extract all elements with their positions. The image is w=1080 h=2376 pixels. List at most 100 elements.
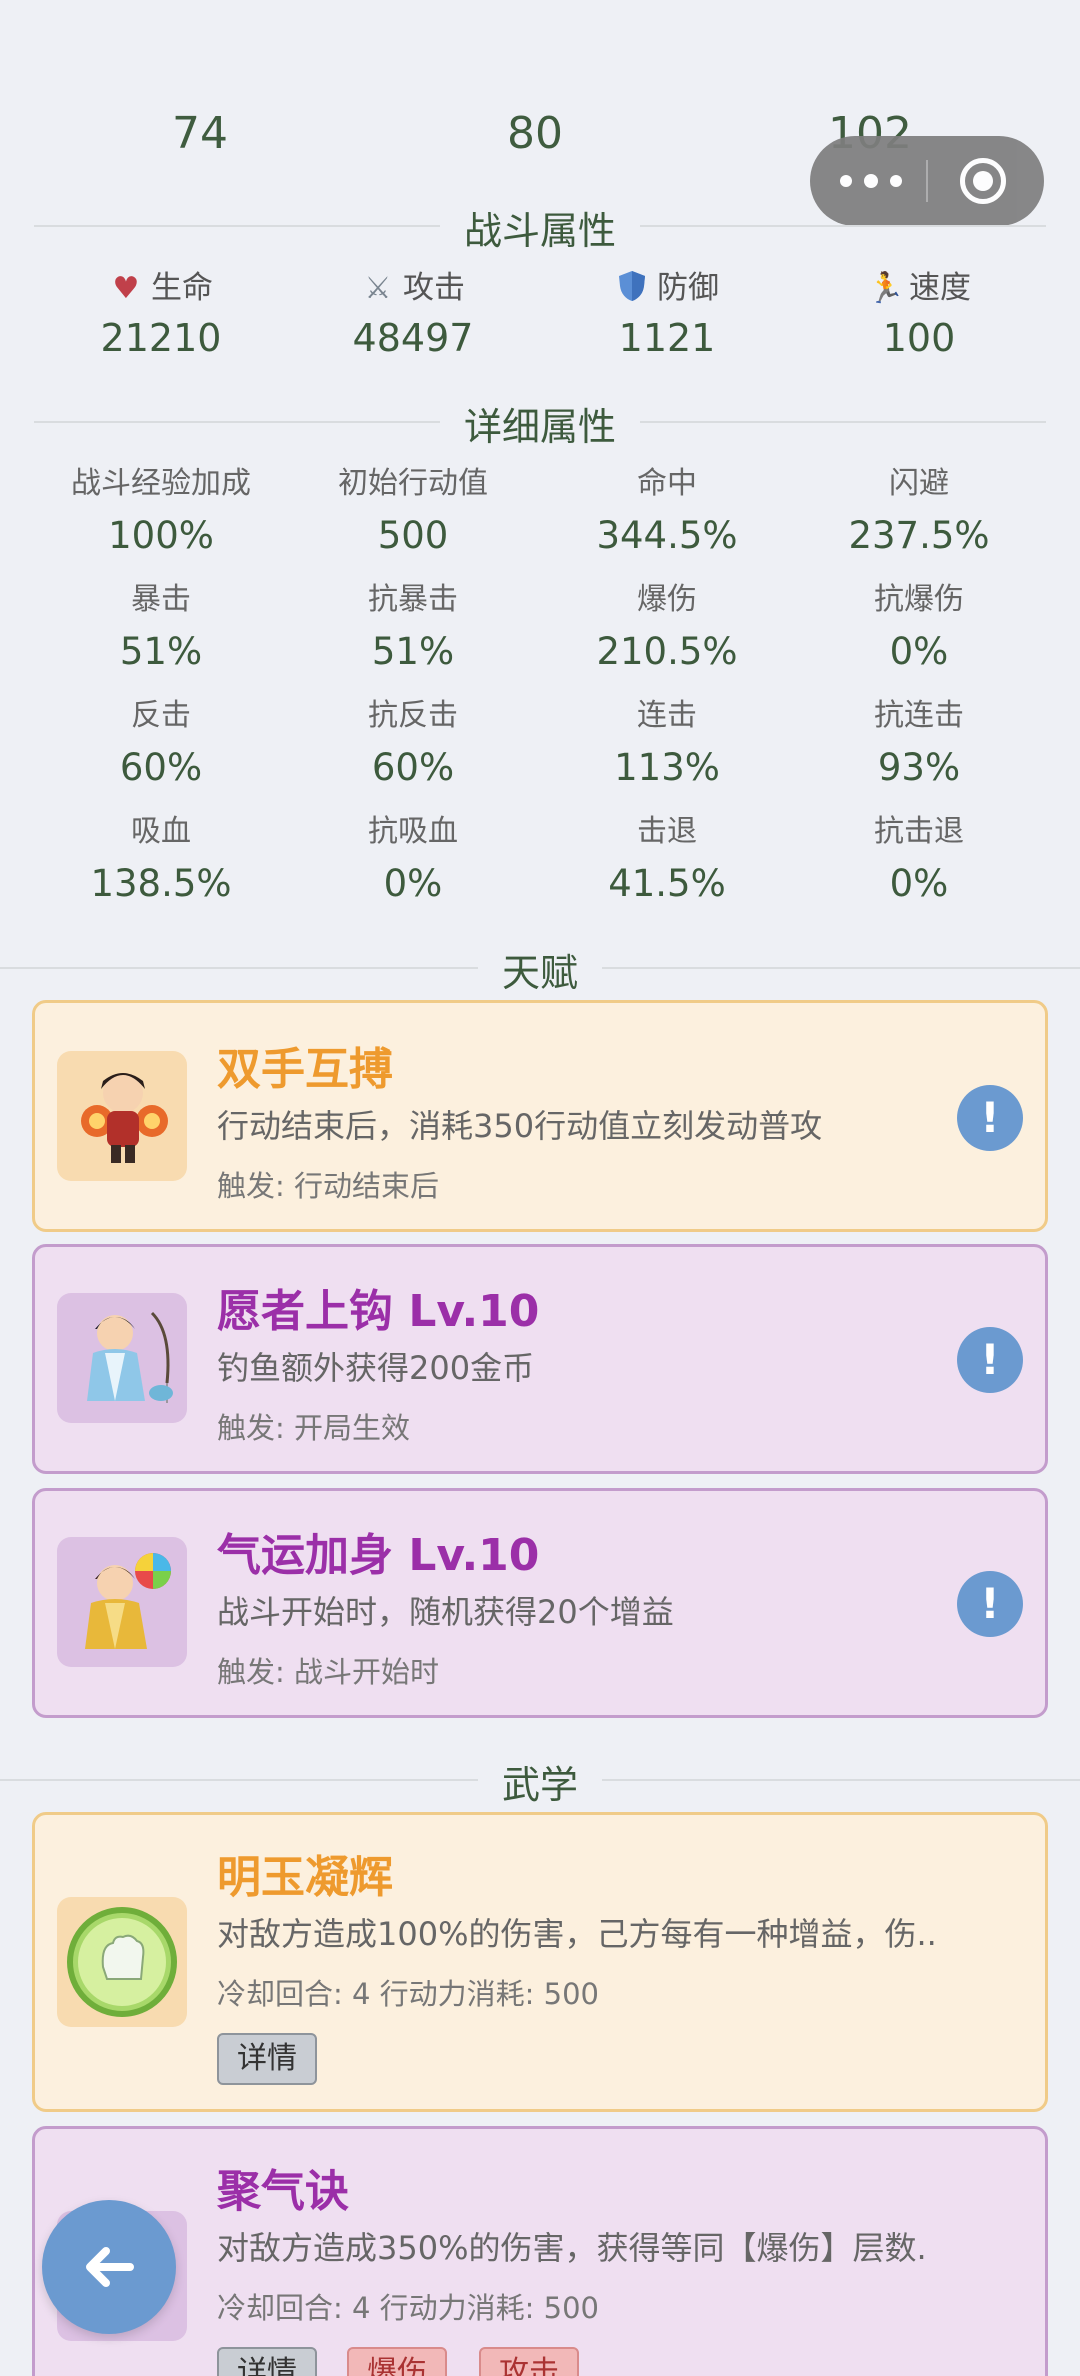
detail-stat-value: 60% (371, 746, 455, 789)
detail-stat: 抗暴击 51% (288, 576, 538, 680)
stat-speed: 🏃 速度 100 (794, 266, 1044, 366)
detail-stat-value: 210.5% (596, 630, 738, 673)
detail-stat: 抗反击 60% (288, 692, 538, 796)
detail-stat-value: 138.5% (90, 862, 232, 905)
detail-stat-label: 命中 (637, 466, 697, 501)
martial-meta-2: 冷却回合: 4 行动力消耗: 500 (217, 2291, 599, 2325)
runner-icon: 🏃 (867, 271, 905, 306)
martial-icon-1 (57, 1897, 187, 2027)
detail-stat-value: 60% (119, 746, 203, 789)
talent-desc-2: 钓鱼额外获得200金币 (217, 1349, 535, 1387)
talent-card-2[interactable]: 愿者上钩 Lv.10 钓鱼额外获得200金币 触发: 开局生效 ! (32, 1244, 1048, 1474)
talent-avatar-1 (57, 1051, 187, 1181)
detail-stat-value: 93% (877, 746, 961, 789)
detail-stat-label: 抗反击 (368, 698, 458, 733)
talent-trigger-1: 触发: 行动结束后 (217, 1169, 439, 1203)
detail-stat: 击退 41.5% (542, 808, 792, 912)
detail-stat-label: 击退 (637, 814, 697, 849)
detail-stat-label: 闪避 (889, 466, 949, 501)
martial-title-2: 聚气诀 (217, 2166, 349, 2217)
talent-avatar-3 (57, 1537, 187, 1667)
detail-stat-label: 战斗经验加成 (71, 466, 251, 501)
section-header-battle: 战斗属性 (34, 200, 1046, 255)
martial-meta-1: 冷却回合: 4 行动力消耗: 500 (217, 1977, 599, 2011)
section-title-talent: 天赋 (477, 942, 603, 997)
detail-stat-value: 500 (377, 514, 449, 557)
detail-stat-value: 113% (614, 746, 720, 789)
detail-stat-label: 抗暴击 (368, 582, 458, 617)
detail-stat-label: 抗爆伤 (874, 582, 964, 617)
top-value-1: 74 (172, 108, 228, 159)
detail-stat: 抗爆伤 0% (794, 576, 1044, 680)
detail-stat-label: 吸血 (131, 814, 191, 849)
detail-stat-value: 0% (383, 862, 443, 905)
detail-stat: 暴击 51% (36, 576, 286, 680)
more-options-icon[interactable] (840, 166, 910, 196)
detail-stat: 初始行动值 500 (288, 460, 538, 564)
detail-stat-label: 抗连击 (874, 698, 964, 733)
tag-attack: 攻击 (479, 2347, 579, 2376)
info-icon[interactable]: ! (957, 1085, 1023, 1151)
talent-card-3[interactable]: 气运加身 Lv.10 战斗开始时，随机获得20个增益 触发: 战斗开始时 ! (32, 1488, 1048, 1718)
detail-stat-value: 237.5% (848, 514, 990, 557)
detail-stat-value: 0% (889, 862, 949, 905)
section-title-martial: 武学 (477, 1754, 603, 1809)
section-title-detail: 详细属性 (439, 396, 641, 451)
detail-stat: 命中 344.5% (542, 460, 792, 564)
detail-stat-label: 爆伤 (637, 582, 697, 617)
heart-icon: ♥ (112, 271, 140, 306)
martial-desc-1: 对敌方造成100%的伤害，己方每有一种增益，伤.. (217, 1915, 937, 1953)
shield-icon (615, 267, 649, 311)
detail-stat-label: 初始行动值 (338, 466, 488, 501)
detail-stat-label: 反击 (131, 698, 191, 733)
section-header-martial: 武学 (0, 1754, 1080, 1809)
info-icon[interactable]: ! (957, 1327, 1023, 1393)
detail-stat-value: 344.5% (596, 514, 738, 557)
martial-card-2[interactable]: 聚气诀 对敌方造成350%的伤害，获得等同【爆伤】层数. 冷却回合: 4 行动力… (32, 2126, 1048, 2376)
detail-stat-value: 0% (889, 630, 949, 673)
arrow-left-icon (86, 2247, 134, 2287)
close-miniprogram-icon[interactable] (960, 158, 1006, 204)
tag-crit-damage: 爆伤 (347, 2347, 447, 2376)
info-icon[interactable]: ! (957, 1571, 1023, 1637)
stat-defense: 防御 1121 (542, 266, 792, 366)
talent-title-1: 双手互搏 (217, 1044, 393, 1095)
detail-stat: 抗吸血 0% (288, 808, 538, 912)
martial-title-1: 明玉凝辉 (217, 1852, 393, 1903)
talent-desc-3: 战斗开始时，随机获得20个增益 (217, 1593, 674, 1631)
martial-desc-2: 对敌方造成350%的伤害，获得等同【爆伤】层数. (217, 2229, 927, 2267)
talent-trigger-3: 触发: 战斗开始时 (217, 1655, 439, 1689)
top-value-2: 80 (507, 108, 563, 159)
stat-hp: ♥ 生命 21210 (36, 266, 286, 366)
swords-icon: ⚔ (364, 271, 392, 306)
talent-desc-1: 行动结束后，消耗350行动值立刻发动普攻 (217, 1107, 823, 1145)
section-header-talent: 天赋 (0, 942, 1080, 997)
detail-stat-label: 抗击退 (874, 814, 964, 849)
talent-avatar-2 (57, 1293, 187, 1423)
detail-stat: 战斗经验加成 100% (36, 460, 286, 564)
detail-stat: 爆伤 210.5% (542, 576, 792, 680)
detail-stat: 反击 60% (36, 692, 286, 796)
talent-card-1[interactable]: 双手互搏 行动结束后，消耗350行动值立刻发动普攻 触发: 行动结束后 ! (32, 1000, 1048, 1232)
details-button[interactable]: 详情 (217, 2033, 317, 2085)
capsule-divider (926, 160, 928, 202)
detail-stat-value: 100% (108, 514, 214, 557)
detail-stat: 抗连击 93% (794, 692, 1044, 796)
detail-stat-value: 41.5% (608, 862, 726, 905)
martial-card-1[interactable]: 明玉凝辉 对敌方造成100%的伤害，己方每有一种增益，伤.. 冷却回合: 4 行… (32, 1812, 1048, 2112)
detail-stat: 抗击退 0% (794, 808, 1044, 912)
detail-stat: 连击 113% (542, 692, 792, 796)
talent-title-3: 气运加身 Lv.10 (217, 1530, 540, 1581)
talent-trigger-2: 触发: 开局生效 (217, 1411, 410, 1445)
back-button[interactable] (42, 2200, 176, 2334)
detail-stat-value: 51% (119, 630, 203, 673)
detail-stat-label: 抗吸血 (368, 814, 458, 849)
section-title-battle: 战斗属性 (439, 200, 641, 255)
talent-title-2: 愿者上钩 Lv.10 (217, 1286, 540, 1337)
detail-stat: 闪避 237.5% (794, 460, 1044, 564)
section-header-detail: 详细属性 (34, 396, 1046, 451)
stat-attack: ⚔ 攻击 48497 (288, 266, 538, 366)
details-button[interactable]: 详情 (217, 2347, 317, 2376)
detail-stat-label: 暴击 (131, 582, 191, 617)
detail-stat-label: 连击 (637, 698, 697, 733)
